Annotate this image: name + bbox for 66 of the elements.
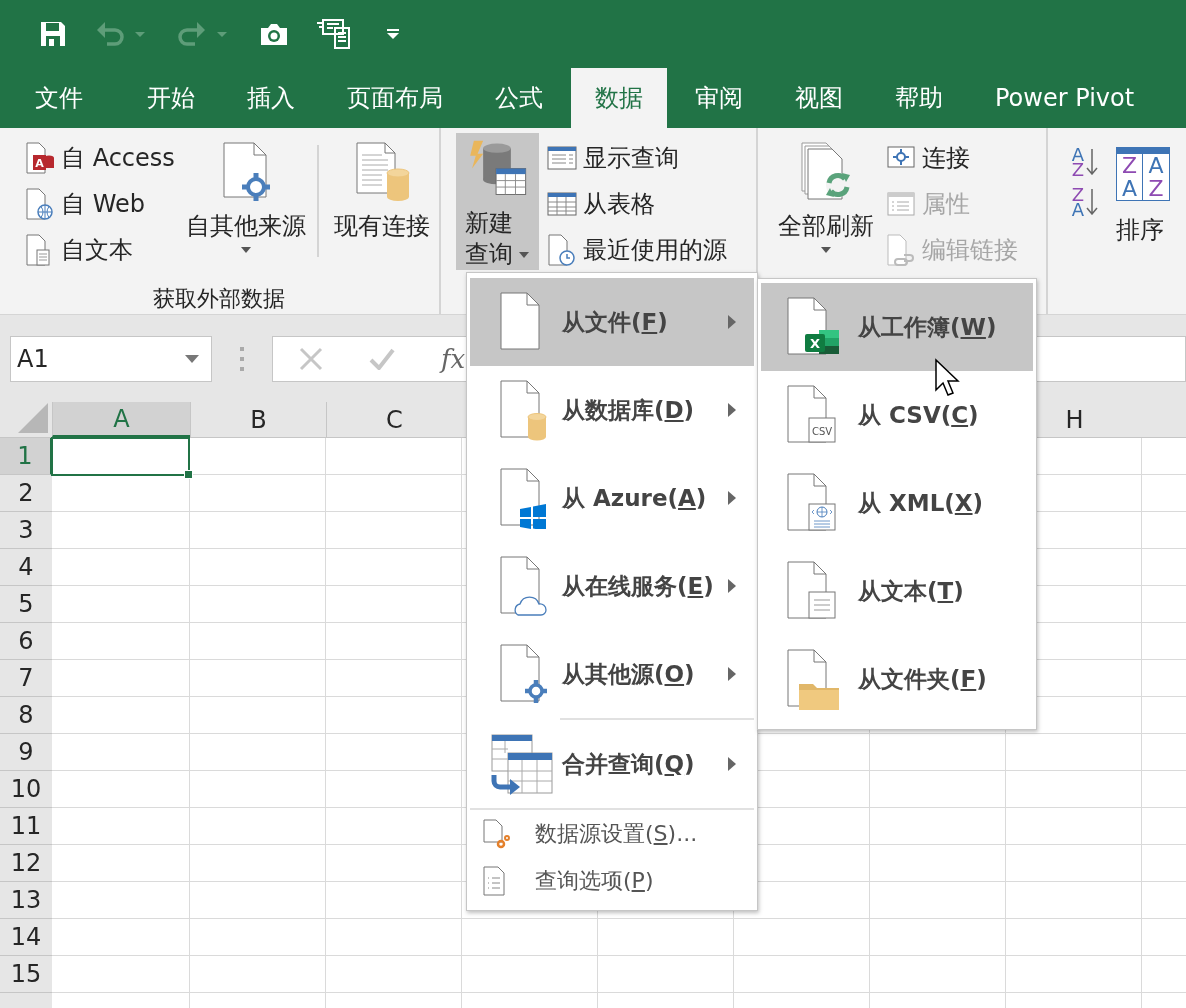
camera-button[interactable] (259, 21, 289, 47)
insert-function-button[interactable]: fx (441, 343, 466, 374)
file-clock-icon (547, 233, 578, 267)
name-box[interactable]: A1 (10, 335, 212, 382)
refresh-all-button[interactable]: 全部刷新 (776, 135, 877, 253)
sort-button[interactable]: Z A A Z 排序 (1116, 135, 1186, 251)
ribbon-tab[interactable]: 插入 (223, 68, 319, 128)
sort-ascending-button[interactable]: A Z (1071, 147, 1098, 177)
menu-item[interactable]: CSV 从 CSV(C) (761, 371, 1033, 459)
ribbon-button[interactable]: 从表格 (547, 181, 756, 227)
table-icon (547, 190, 578, 218)
ribbon-button[interactable]: 最近使用的源 (547, 227, 756, 273)
ribbon-tab[interactable]: 开始 (123, 68, 219, 128)
file-gear-icon (482, 817, 510, 850)
menu-item[interactable]: 合并查询(Q) (470, 720, 754, 808)
ribbon-tab[interactable]: 页面布局 (323, 68, 467, 128)
ribbon-tab[interactable]: 视图 (771, 68, 867, 128)
group-label: 获取外部数据 (152, 285, 287, 313)
ribbon-tab[interactable]: 帮助 (871, 68, 967, 128)
sort-descending-button[interactable]: Z A (1071, 187, 1098, 217)
ribbon-button[interactable]: 显示查询 (547, 135, 756, 181)
ribbon-tab[interactable]: 数据 (571, 68, 667, 128)
row-header[interactable]: 1 (0, 438, 52, 475)
properties-icon (886, 190, 917, 218)
menu-item[interactable]: 从文件(F) (470, 278, 754, 366)
caret-icon (241, 247, 251, 253)
menu-item[interactable]: 从数据库(D) (470, 366, 754, 454)
caret-icon (519, 252, 530, 258)
query-list-icon (547, 144, 578, 172)
menu-item[interactable]: 从 XML(X) (761, 459, 1033, 547)
ribbon-button[interactable]: 连接 (886, 135, 1046, 181)
ribbon-button[interactable]: A 自 Access (25, 135, 185, 181)
web-file-icon (25, 187, 55, 221)
menu-item[interactable]: 查询选项(P) (470, 857, 754, 904)
ribbon-tab[interactable]: 公式 (471, 68, 567, 128)
check-icon (369, 347, 395, 370)
caret-icon (185, 354, 199, 363)
menu-item[interactable]: 从文本(T) (761, 547, 1033, 635)
column-header[interactable]: A (52, 402, 190, 437)
menu-item[interactable]: 数据源设置(S)... (470, 810, 754, 857)
existing-connections-button[interactable]: 现有连接 (329, 135, 434, 247)
form-button[interactable] (317, 18, 351, 50)
merge-tables-icon (490, 733, 556, 795)
column-header[interactable]: C (326, 402, 462, 437)
selected-cell[interactable] (51, 437, 190, 476)
save-button[interactable] (39, 20, 67, 48)
ribbon-tab[interactable]: 审阅 (671, 68, 767, 128)
menu-item[interactable]: X 从工作簿(W) (761, 283, 1033, 371)
grip-icon (240, 346, 244, 371)
cancel-icon (299, 346, 323, 371)
ribbon-tab[interactable]: Power Pivot (971, 68, 1159, 128)
column-header[interactable]: B (190, 402, 326, 437)
file-link-icon (886, 233, 917, 267)
column-header[interactable]: H (1037, 402, 1142, 437)
menu-item[interactable]: 从其他源(O) (470, 630, 754, 718)
menu-item[interactable]: 从 Azure(A) (470, 454, 754, 542)
ribbon-button[interactable]: 自文本 (25, 227, 185, 273)
caret-icon (821, 247, 832, 253)
cursor-icon (934, 358, 962, 398)
other-sources-button[interactable]: 自其他来源 (185, 135, 307, 253)
ribbon-button[interactable]: 自 Web (25, 181, 185, 227)
menu-item[interactable]: 从文件夹(F) (761, 635, 1033, 723)
ribbon-tab[interactable]: 文件 (11, 68, 107, 128)
new-query-button[interactable]: 新建查询 (455, 133, 540, 270)
menu-item[interactable]: 从在线服务(E) (470, 542, 754, 630)
customize-caret-icon[interactable] (387, 28, 399, 40)
